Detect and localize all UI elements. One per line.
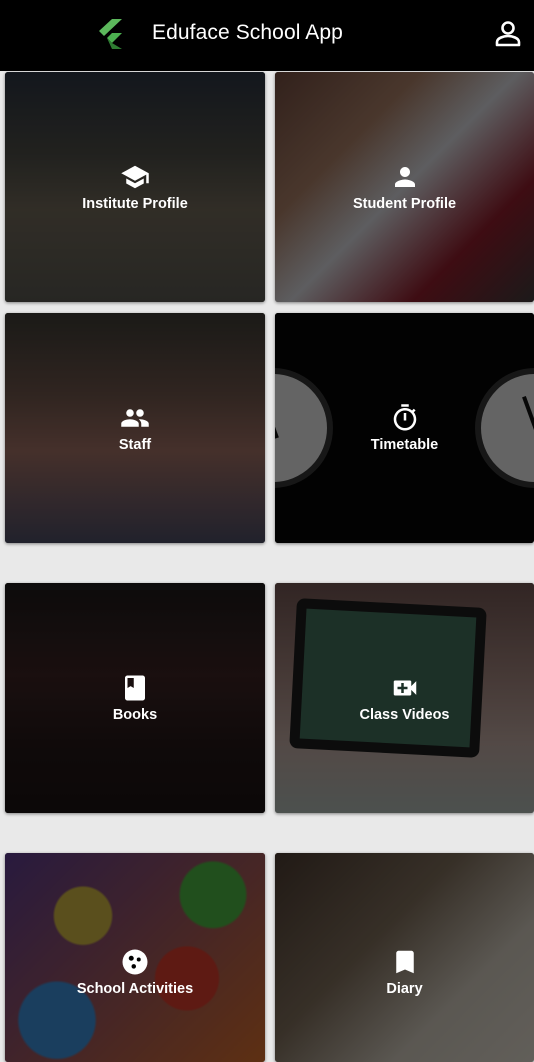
tile-student-profile[interactable]: Student Profile: [275, 72, 534, 302]
tile-staff[interactable]: Staff: [5, 313, 265, 543]
bookmark-icon: [395, 950, 414, 973]
timer-icon: [393, 404, 416, 431]
tile-label: Staff: [118, 437, 152, 453]
tile-institute-profile[interactable]: Institute Profile: [5, 72, 265, 302]
tile-label: Student Profile: [352, 196, 457, 212]
book-icon: [125, 675, 145, 701]
flutter-logo-icon: [99, 19, 122, 49]
tile-class-videos[interactable]: Class Videos: [275, 583, 534, 813]
tile-label: Books: [112, 707, 158, 723]
tile-label: Diary: [386, 980, 423, 997]
tile-label: Institute Profile: [82, 196, 188, 212]
video-call-icon: [393, 680, 416, 696]
app-bar: Eduface School App: [0, 0, 534, 71]
menu-grid: Institute Profile Student Profile Staff: [0, 71, 534, 1062]
tile-label: Class Videos: [359, 707, 450, 723]
cookie-icon: [122, 949, 148, 974]
account-icon[interactable]: [494, 20, 522, 48]
school-icon: [121, 165, 149, 189]
tile-books[interactable]: Books: [5, 583, 265, 813]
tile-diary[interactable]: Diary: [275, 853, 534, 1062]
person-icon: [394, 167, 415, 187]
tile-label: School Activities: [76, 980, 194, 997]
tile-label: Timetable: [370, 437, 439, 453]
app-title: Eduface School App: [152, 21, 343, 44]
people-icon: [121, 409, 149, 427]
tile-school-activities[interactable]: School Activities: [5, 853, 265, 1062]
tile-timetable[interactable]: Timetable: [275, 313, 534, 543]
